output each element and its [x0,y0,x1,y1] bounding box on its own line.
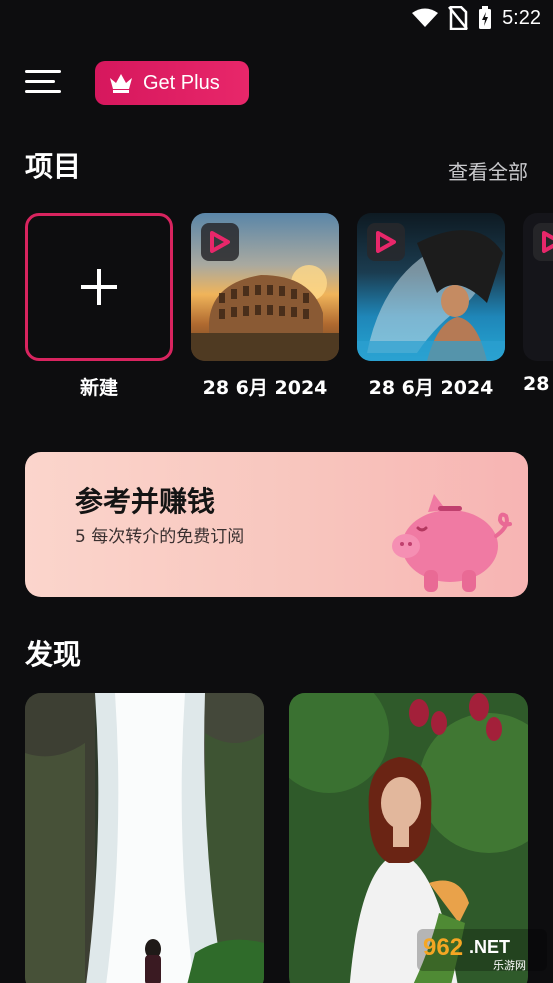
project-caption: 28 6月 2024 [368,377,494,399]
video-badge [367,223,405,261]
status-time: 5:22 [502,6,541,29]
get-plus-button[interactable]: Get Plus [95,61,249,105]
project-thumbnail-pool[interactable] [357,213,505,361]
project-thumbnail-partial[interactable] [523,213,553,361]
play-icon [210,231,230,253]
watermark-962-logo: 962 .NET 乐游网 [417,929,547,972]
play-icon [376,231,396,253]
new-project-button[interactable] [25,213,173,361]
waterfall-image [25,693,264,983]
play-icon [542,231,553,253]
wifi-icon [412,8,439,27]
no-sim-icon [448,6,469,30]
discover-card-waterfall[interactable] [25,693,264,983]
watermark-logo: 962 .NET 乐游网 [417,925,547,975]
project-new[interactable]: 新建 [25,213,173,400]
projects-row: 新建 28 6月 2024 28 6月 2024 28 [25,213,553,403]
referral-banner[interactable]: 参考并赚钱 5 每次转介的免费订阅 [25,452,528,597]
battery-charging-icon [479,6,492,29]
svg-text:962: 962 [423,934,463,961]
project-caption: 28 6月 2024 [202,377,328,399]
projects-title: 项目 [25,150,82,183]
project-caption: 28 [523,373,550,395]
project-item[interactable]: 28 [523,213,553,395]
piggy-bank-icon [392,494,512,592]
hamburger-icon[interactable] [25,68,61,96]
svg-text:乐游网: 乐游网 [493,959,526,971]
project-item[interactable]: 28 6月 2024 [357,213,505,400]
discover-title: 发现 [25,638,82,671]
referral-subtitle: 5 每次转介的免费订阅 [75,527,245,547]
project-thumbnail-colosseum[interactable] [191,213,339,361]
svg-text:.NET: .NET [469,937,510,957]
video-badge [533,223,553,261]
status-bar: 5:22 [0,0,553,40]
project-item[interactable]: 28 6月 2024 [191,213,339,400]
plus-icon [81,269,117,305]
referral-title: 参考并赚钱 [75,485,216,518]
video-badge [201,223,239,261]
crown-icon [110,74,132,93]
get-plus-label: Get Plus [143,71,220,94]
see-all-link[interactable]: 查看全部 [448,156,528,185]
project-caption: 新建 [79,377,118,399]
